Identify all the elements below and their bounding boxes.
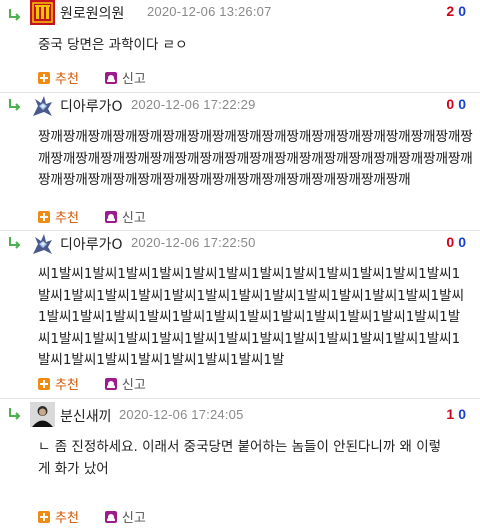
comment-text: ㄴ 좀 진정하세요. 이래서 중국당면 붙어하는 놈들이 안된다니까 왜 이렇게… (38, 439, 442, 477)
comment-date: 2020-12-06 17:22:29 (131, 97, 256, 112)
downvote-count: 0 (458, 3, 466, 19)
plus-icon (38, 210, 50, 223)
report-button[interactable]: 신고 (104, 507, 146, 526)
comment-item: 원로원의원 2020-12-06 13:26:07 20 중국 당면은 과학이다… (0, 0, 480, 93)
comment-actions: 추천 신고 (38, 507, 146, 526)
recommend-button[interactable]: 추천 (38, 68, 79, 87)
report-icon (104, 510, 117, 523)
comment-date: 2020-12-06 13:26:07 (147, 4, 272, 19)
comment-actions: 추천 신고 (38, 374, 146, 393)
upvote-count: 2 (446, 3, 455, 19)
vote-counts: 10 (446, 406, 466, 422)
report-label: 신고 (121, 378, 146, 393)
comment-header: 분신새끼 2020-12-06 17:24:05 10 (0, 399, 480, 429)
comment-actions: 추천 신고 (38, 68, 146, 87)
recommend-button[interactable]: 추천 (38, 374, 79, 393)
nickname[interactable]: 디아루가O (60, 96, 123, 116)
report-label: 신고 (121, 72, 146, 87)
comment-item: 분신새끼 2020-12-06 17:24:05 10 ㄴ 좀 진정하세요. 이… (0, 399, 480, 530)
comment-text: 중국 당면은 과학이다 ㄹㅇ (38, 37, 188, 53)
report-icon (104, 377, 117, 390)
comment-header: 원로원의원 2020-12-06 13:26:07 20 (0, 0, 480, 30)
plus-icon (38, 377, 50, 390)
nickname[interactable]: 분신새끼 (60, 406, 112, 426)
downvote-count: 0 (458, 96, 466, 112)
nickname[interactable]: 디아루가O (60, 234, 123, 254)
upvote-count: 0 (446, 96, 455, 112)
senate-emblem-icon[interactable] (30, 0, 55, 25)
comment-date: 2020-12-06 17:24:05 (119, 407, 244, 422)
person-photo-icon[interactable] (30, 402, 55, 427)
recommend-label: 추천 (55, 378, 79, 393)
reply-arrow-icon (9, 237, 21, 249)
report-button[interactable]: 신고 (104, 68, 146, 87)
report-button[interactable]: 신고 (104, 374, 146, 393)
reply-arrow-icon (9, 408, 21, 420)
upvote-count: 1 (446, 406, 455, 422)
recommend-button[interactable]: 추천 (38, 507, 79, 526)
comment-date: 2020-12-06 17:22:50 (131, 235, 256, 250)
comment-header: 디아루가O 2020-12-06 17:22:29 00 (0, 93, 480, 123)
report-icon (104, 210, 117, 223)
comment-item: 디아루가O 2020-12-06 17:22:29 00 짱깨짱깨짱깨짱깨짱깨짱… (0, 93, 480, 231)
vote-counts: 00 (446, 234, 466, 250)
recommend-label: 추천 (55, 211, 79, 226)
comment-header: 디아루가O 2020-12-06 17:22:50 00 (0, 231, 480, 261)
plus-icon (38, 71, 50, 84)
nickname[interactable]: 원로원의원 (60, 3, 124, 23)
comment-text: 씨1발씨1발씨1발씨1발씨1발씨1발씨1발씨1발씨1발씨1발씨1발씨1발씨1발씨… (38, 266, 464, 368)
recommend-label: 추천 (55, 72, 79, 87)
comment-actions: 추천 신고 (38, 207, 146, 226)
dialga-icon[interactable] (30, 94, 55, 119)
reply-arrow-icon (9, 99, 21, 111)
downvote-count: 0 (458, 406, 466, 422)
vote-counts: 20 (446, 3, 466, 19)
downvote-count: 0 (458, 234, 466, 250)
comment-text: 짱깨짱깨짱깨짱깨짱깨짱깨짱깨짱깨짱깨짱깨짱깨짱깨짱깨짱깨짱깨짱깨짱깨짱깨짱깨짱깨… (38, 129, 473, 188)
dialga-icon[interactable] (30, 232, 55, 257)
report-icon (104, 71, 117, 84)
plus-icon (38, 510, 50, 523)
report-label: 신고 (121, 211, 146, 226)
report-label: 신고 (121, 511, 146, 526)
report-button[interactable]: 신고 (104, 207, 146, 226)
comment-item: 디아루가O 2020-12-06 17:22:50 00 씨1발씨1발씨1발씨1… (0, 231, 480, 399)
upvote-count: 0 (446, 234, 455, 250)
recommend-label: 추천 (55, 511, 79, 526)
reply-arrow-icon (9, 9, 21, 21)
vote-counts: 00 (446, 96, 466, 112)
recommend-button[interactable]: 추천 (38, 207, 79, 226)
